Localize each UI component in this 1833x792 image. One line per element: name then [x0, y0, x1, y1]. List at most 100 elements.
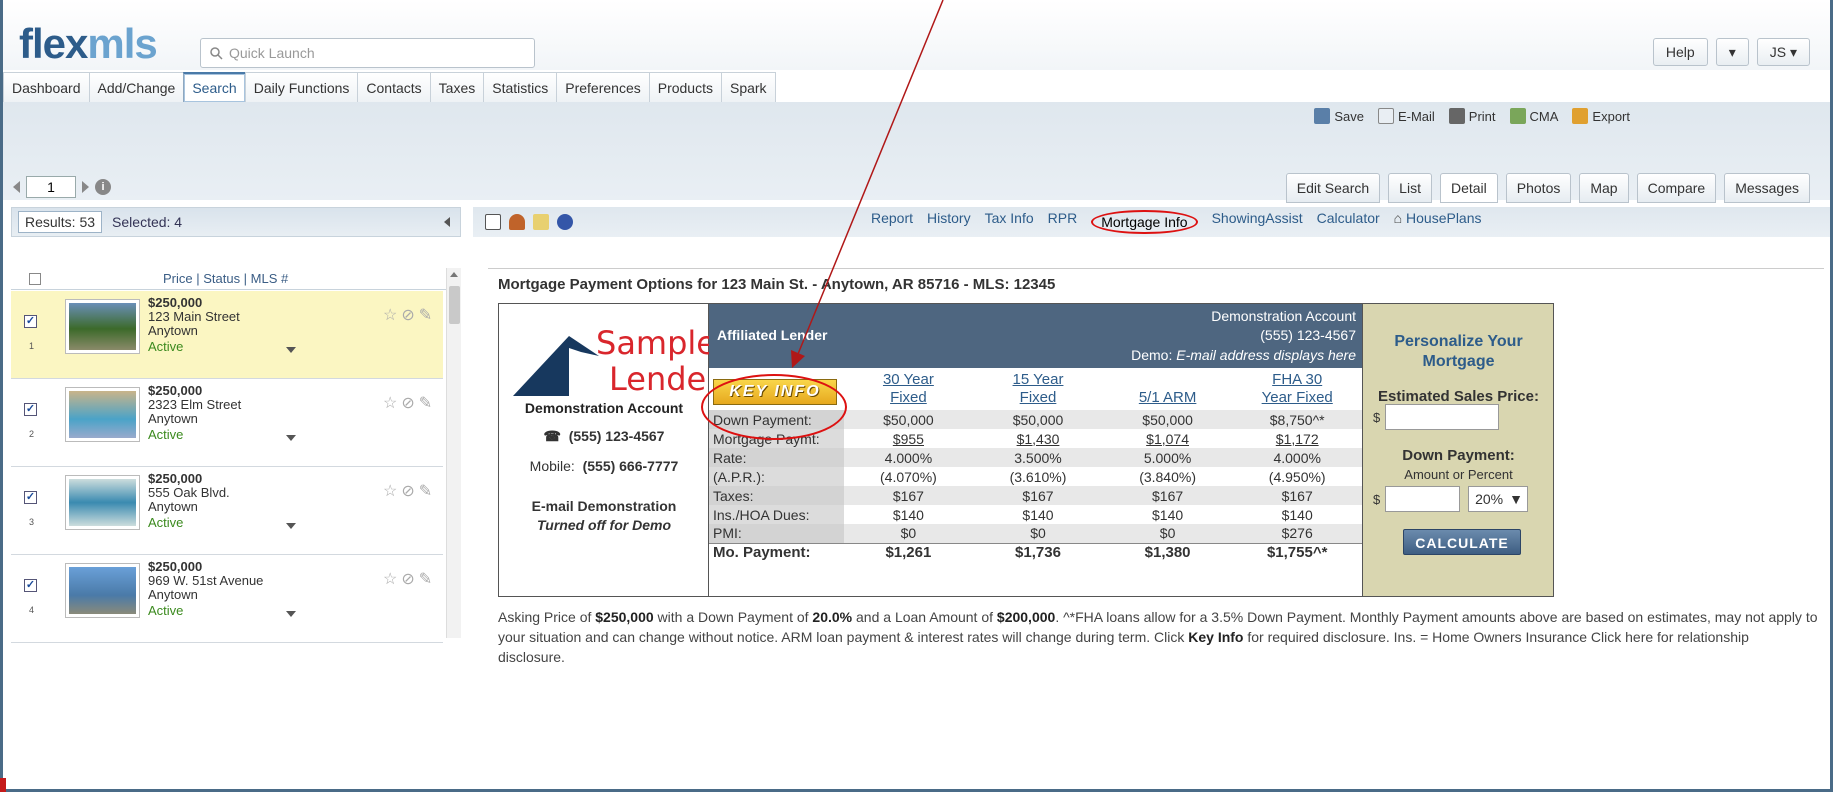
list-scrollbar[interactable] [446, 268, 461, 638]
cma-button[interactable]: CMA [1509, 108, 1558, 124]
note-icon[interactable]: ✎ [419, 569, 432, 589]
listing-address[interactable]: 555 Oak Blvd. [148, 485, 230, 500]
view-tab-compare[interactable]: Compare [1636, 173, 1717, 203]
star-icon[interactable]: ☆ [383, 393, 397, 413]
print-button[interactable]: Print [1448, 108, 1496, 124]
chevron-down-icon[interactable] [286, 523, 296, 529]
listing-row[interactable]: ✓ 3 $250,000 555 Oak Blvd. Anytown Active ☆ ⊘ ✎ [11, 467, 443, 555]
nav-tab-spark[interactable]: Spark [720, 72, 776, 102]
loan-column-header[interactable]: 30 Year Fixed [843, 368, 974, 410]
selected-count[interactable]: Selected: 4 [112, 214, 182, 230]
list-sort-header[interactable]: Price | Status | MLS # [163, 271, 288, 286]
estimated-price-input[interactable] [1385, 404, 1499, 430]
reject-icon[interactable]: ⊘ [401, 305, 414, 325]
quick-launch-input[interactable]: Quick Launch [200, 38, 535, 68]
calculate-button[interactable]: CALCULATE [1403, 529, 1521, 555]
results-count[interactable]: Results: 53 [18, 211, 103, 233]
listing-photo[interactable] [65, 475, 140, 530]
table-cell[interactable]: $1,074 [1103, 429, 1233, 448]
listing-address[interactable]: 123 Main Street [148, 309, 240, 324]
user-menu-button[interactable]: JS ▾ [1756, 38, 1810, 66]
nav-tab-products[interactable]: Products [648, 72, 722, 102]
nav-tab-statistics[interactable]: Statistics [483, 72, 558, 102]
star-icon[interactable]: ☆ [383, 569, 397, 589]
view-tab-edit-search[interactable]: Edit Search [1285, 173, 1381, 203]
listing-checkbox[interactable]: ✓ [24, 491, 37, 504]
key-info-link[interactable]: Key Info [1188, 629, 1243, 645]
houseplans-icon: ⌂ [1393, 210, 1407, 226]
view-tab-detail[interactable]: Detail [1439, 173, 1498, 203]
globe-icon[interactable] [557, 214, 573, 230]
nav-tab-contacts[interactable]: Contacts [357, 72, 431, 102]
collapse-panel-icon[interactable] [444, 217, 450, 227]
listing-row[interactable]: ✓ 4 $250,000 969 W. 51st Avenue Anytown Activ… [11, 555, 443, 643]
listing-address[interactable]: 2323 Elm Street [148, 397, 241, 412]
nav-tab-dashboard[interactable]: Dashboard [3, 72, 90, 102]
save-button[interactable]: Save [1314, 108, 1364, 124]
view-tab-map[interactable]: Map [1579, 173, 1629, 203]
table-cell[interactable]: $1,430 [973, 429, 1103, 448]
detail-link-report[interactable]: Report [871, 210, 913, 234]
listing-checkbox[interactable]: ✓ [24, 403, 37, 416]
table-cell[interactable]: $1,172 [1232, 429, 1362, 448]
agent-icon[interactable] [509, 214, 525, 230]
nav-tab-taxes[interactable]: Taxes [429, 72, 485, 102]
note-icon[interactable]: ✎ [419, 305, 432, 325]
pager: i [13, 176, 111, 198]
help-button[interactable]: Help [1652, 38, 1708, 66]
popout-icon[interactable] [485, 214, 501, 230]
nav-tab-search[interactable]: Search [183, 72, 246, 102]
flexmls-logo[interactable]: flexmls [19, 20, 158, 68]
lender-phone[interactable]: ☎ (555) 123-4567 [499, 428, 709, 445]
listing-checkbox[interactable]: ✓ [24, 579, 37, 592]
detail-link-history[interactable]: History [927, 210, 971, 234]
view-tab-messages[interactable]: Messages [1724, 173, 1810, 203]
chevron-down-icon[interactable] [286, 347, 296, 353]
note-icon[interactable]: ✎ [419, 393, 432, 413]
key-info-button[interactable]: KEY INFO [713, 379, 837, 405]
scroll-thumb[interactable] [449, 286, 460, 324]
note-icon[interactable]: ✎ [419, 481, 432, 501]
detail-link-mortgage-info[interactable]: Mortgage Info [1091, 210, 1198, 234]
loan-column-header[interactable]: FHA 30 Year Fixed [1232, 368, 1362, 410]
listing-row[interactable]: ✓ 1 $250,000 123 Main Street Anytown Active ☆ ⊘… [11, 291, 443, 379]
loan-column-header[interactable]: 15 Year Fixed [973, 368, 1103, 410]
info-icon[interactable]: i [95, 179, 111, 195]
nav-tab-add-change[interactable]: Add/Change [88, 72, 185, 102]
reject-icon[interactable]: ⊘ [401, 393, 414, 413]
listing-photo[interactable] [65, 387, 140, 442]
export-button[interactable]: Export [1572, 108, 1630, 124]
chevron-down-icon[interactable] [286, 611, 296, 617]
email-button[interactable]: E-Mail [1377, 108, 1435, 124]
listing-address[interactable]: 969 W. 51st Avenue [148, 573, 263, 588]
nav-tab-preferences[interactable]: Preferences [556, 72, 650, 102]
table-cell[interactable]: $955 [844, 429, 974, 448]
select-all-checkbox[interactable] [29, 272, 41, 285]
down-payment-input[interactable] [1385, 486, 1460, 512]
detail-link-calculator[interactable]: Calculator [1317, 210, 1380, 234]
star-icon[interactable]: ☆ [383, 305, 397, 325]
scroll-up-icon[interactable] [450, 272, 458, 277]
listing-photo[interactable] [65, 563, 140, 618]
listing-row[interactable]: ✓ 2 $250,000 2323 Elm Street Anytown Active ☆ ⊘… [11, 379, 443, 467]
listing-photo[interactable] [65, 299, 140, 354]
view-tab-photos[interactable]: Photos [1505, 173, 1572, 203]
loan-column-header[interactable]: 5/1 ARM [1102, 368, 1233, 410]
detail-link-houseplans[interactable]: ⌂ HousePlans [1394, 210, 1482, 234]
detail-link-tax-info[interactable]: Tax Info [985, 210, 1034, 234]
down-percent-select[interactable]: 20% ▼ [1468, 486, 1528, 512]
detail-link-showingassist[interactable]: ShowingAssist [1212, 210, 1303, 234]
nav-tab-daily-functions[interactable]: Daily Functions [244, 72, 359, 102]
edit-note-icon[interactable] [533, 214, 549, 230]
chevron-down-icon[interactable] [286, 435, 296, 441]
page-number-input[interactable] [26, 176, 76, 198]
reject-icon[interactable]: ⊘ [401, 569, 414, 589]
star-icon[interactable]: ☆ [383, 481, 397, 501]
previous-page-icon[interactable] [13, 181, 20, 193]
view-tab-list[interactable]: List [1388, 173, 1432, 203]
detail-link-rpr[interactable]: RPR [1048, 210, 1078, 234]
next-page-icon[interactable] [82, 181, 89, 193]
reject-icon[interactable]: ⊘ [401, 481, 414, 501]
help-dropdown-button[interactable]: ▾ [1715, 38, 1749, 66]
listing-checkbox[interactable]: ✓ [24, 315, 37, 328]
